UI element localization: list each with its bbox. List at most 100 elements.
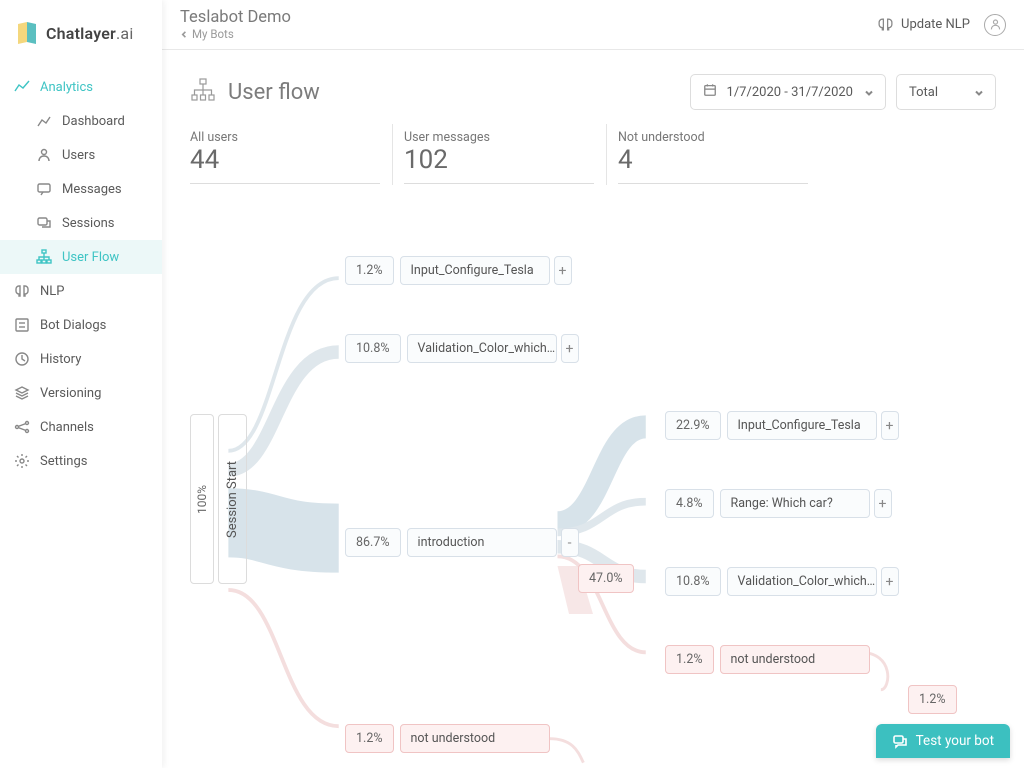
node-label: Range: Which car? xyxy=(720,489,870,518)
expand-button[interactable]: + xyxy=(561,334,579,363)
sidebar: Chatlayer.ai Analytics Dashboard Users M… xyxy=(0,0,162,768)
nav-userflow[interactable]: User Flow xyxy=(0,240,162,274)
flow-root[interactable]: 100% Session Start xyxy=(190,414,247,584)
nav-label: Users xyxy=(62,148,95,163)
node-pct: 1.2% xyxy=(345,256,394,285)
node-pct: 10.8% xyxy=(665,567,721,596)
node-label: introduction xyxy=(407,528,557,557)
node-pct: 4.8% xyxy=(665,489,714,518)
date-range-select[interactable]: 1/7/2020 - 31/7/2020 xyxy=(690,74,886,110)
main: User flow 1/7/2020 - 31/7/2020 Total All… xyxy=(162,50,1024,768)
stat-allusers: All users 44 xyxy=(190,126,380,184)
nav-label: Dashboard xyxy=(62,114,125,129)
breadcrumb-label: My Bots xyxy=(192,27,234,41)
stat-label: Not understood xyxy=(618,130,808,145)
logo-icon xyxy=(14,20,40,46)
logo: Chatlayer.ai xyxy=(0,0,162,70)
flow-node[interactable]: 86.7% introduction - xyxy=(345,528,579,557)
flow-node-error[interactable]: 1.2% not understood xyxy=(345,724,550,753)
node-label: not understood xyxy=(400,724,550,753)
flow-diagram: 100% Session Start 1.2% Input_Configure_… xyxy=(190,224,996,764)
node-label: not understood xyxy=(720,645,870,674)
flow-node[interactable]: 22.9% Input_Configure_Tesla + xyxy=(665,411,899,440)
header: Teslabot Demo My Bots Update NLP xyxy=(162,0,1024,50)
expand-button[interactable]: + xyxy=(881,567,899,596)
nav-sessions[interactable]: Sessions xyxy=(0,206,162,240)
brand-name: Chatlayer.ai xyxy=(46,24,133,43)
flow-node[interactable]: 1.2% Input_Configure_Tesla + xyxy=(345,256,572,285)
nav-users[interactable]: Users xyxy=(0,138,162,172)
stat-label: All users xyxy=(190,130,380,145)
nav-nlp[interactable]: NLP xyxy=(0,274,162,308)
node-pct: 1.2% xyxy=(665,645,714,674)
chevron-down-icon xyxy=(863,87,873,97)
avatar[interactable] xyxy=(984,14,1006,36)
nav-label: NLP xyxy=(40,284,64,299)
users-icon xyxy=(36,147,52,163)
flow-node[interactable]: 10.8% Validation_Color_which… + xyxy=(345,334,579,363)
node-pct: 1.2% xyxy=(345,724,394,753)
userflow-icon xyxy=(36,249,52,265)
node-pct: 10.8% xyxy=(345,334,401,363)
totals-label: Total xyxy=(909,85,938,100)
nav-versioning[interactable]: Versioning xyxy=(0,376,162,410)
node-label: Input_Configure_Tesla xyxy=(727,411,877,440)
nav-botdialogs[interactable]: Bot Dialogs xyxy=(0,308,162,342)
nav-label: Messages xyxy=(62,182,122,197)
daterange-label: 1/7/2020 - 31/7/2020 xyxy=(727,85,853,100)
nav-label: User Flow xyxy=(62,250,119,265)
nav-messages[interactable]: Messages xyxy=(0,172,162,206)
nav-label: History xyxy=(40,352,81,367)
collapse-button[interactable]: - xyxy=(561,528,579,557)
expand-button[interactable]: + xyxy=(554,256,572,285)
sessions-icon xyxy=(36,215,52,231)
flow-node[interactable]: 4.8% Range: Which car? + xyxy=(665,489,892,518)
page-title: User flow xyxy=(228,80,320,105)
dashboard-icon xyxy=(36,113,52,129)
nav-channels[interactable]: Channels xyxy=(0,410,162,444)
node-pct: 22.9% xyxy=(665,411,721,440)
breadcrumb[interactable]: My Bots xyxy=(180,27,291,41)
versioning-icon xyxy=(14,385,30,401)
userflow-icon xyxy=(190,77,216,107)
nav-label: Settings xyxy=(40,454,87,469)
nav-settings[interactable]: Settings xyxy=(0,444,162,478)
node-pct: 86.7% xyxy=(345,528,401,557)
node-pct: 47.0% xyxy=(578,564,634,593)
gear-icon xyxy=(14,453,30,469)
dialogs-icon xyxy=(14,317,30,333)
update-nlp-label: Update NLP xyxy=(901,17,970,32)
bot-name: Teslabot Demo xyxy=(180,8,291,27)
nav-label: Analytics xyxy=(40,80,93,95)
flow-node[interactable]: 10.8% Validation_Color_which… + xyxy=(665,567,899,596)
totals-select[interactable]: Total xyxy=(896,74,996,110)
tail-pct: 1.2% xyxy=(908,685,957,714)
calendar-icon xyxy=(703,83,717,101)
dropoff-pct: 47.0% xyxy=(578,564,634,593)
update-nlp-button[interactable]: Update NLP xyxy=(877,16,970,33)
nav-label: Channels xyxy=(40,420,94,435)
node-label: Validation_Color_which… xyxy=(727,567,877,596)
node-label: Input_Configure_Tesla xyxy=(400,256,550,285)
analytics-icon xyxy=(14,79,30,95)
test-bot-label: Test your bot xyxy=(916,733,994,749)
chevron-down-icon xyxy=(973,87,983,97)
stat-notund: Not understood 4 xyxy=(618,126,808,184)
brain-icon xyxy=(14,283,30,299)
stat-value: 102 xyxy=(404,145,594,175)
nav-dashboard[interactable]: Dashboard xyxy=(0,104,162,138)
stat-value: 44 xyxy=(190,145,380,175)
nav-label: Sessions xyxy=(62,216,115,231)
node-pct: 1.2% xyxy=(908,685,957,714)
expand-button[interactable]: + xyxy=(874,489,892,518)
stat-value: 4 xyxy=(618,145,808,175)
nav-analytics[interactable]: Analytics xyxy=(0,70,162,104)
messages-icon xyxy=(36,181,52,197)
flow-node-error[interactable]: 1.2% not understood xyxy=(665,645,870,674)
history-icon xyxy=(14,351,30,367)
expand-button[interactable]: + xyxy=(881,411,899,440)
root-label: Session Start xyxy=(218,414,247,584)
test-bot-button[interactable]: Test your bot xyxy=(876,724,1010,758)
nav-history[interactable]: History xyxy=(0,342,162,376)
stat-label: User messages xyxy=(404,130,594,145)
